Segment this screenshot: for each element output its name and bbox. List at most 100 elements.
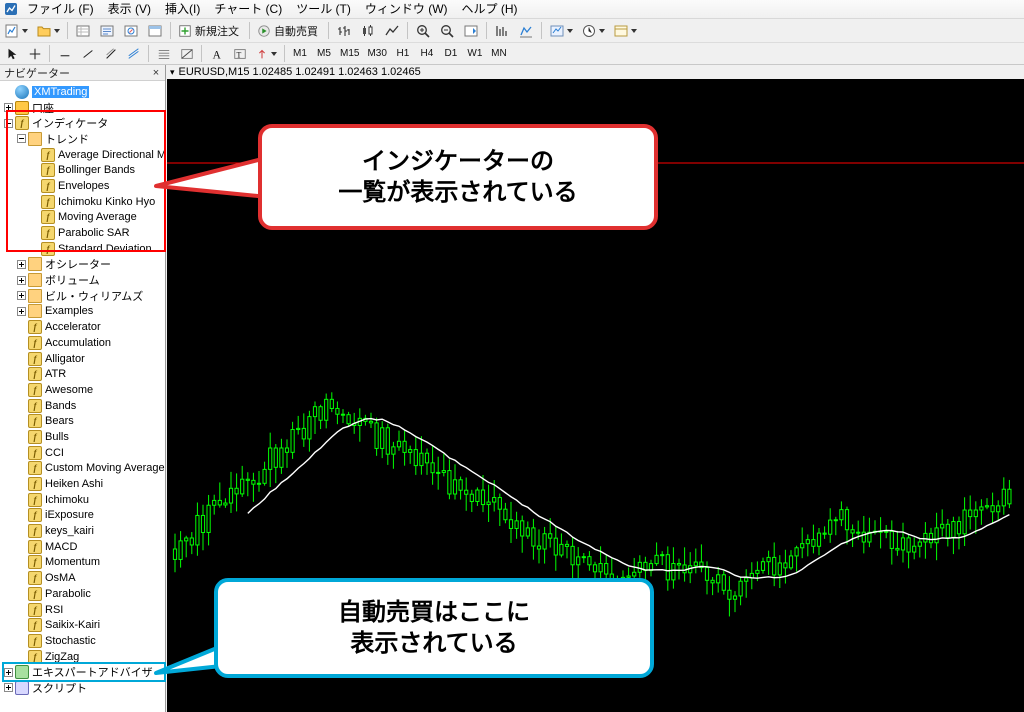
nav-tree-item[interactable]: f Heiken Ashi xyxy=(0,476,165,492)
period-d1[interactable]: D1 xyxy=(440,45,462,62)
chart-menu-icon[interactable]: ▾ xyxy=(170,67,175,78)
nav-tree-item[interactable]: f Saikix-Kairi xyxy=(0,617,165,633)
nav-tree-item[interactable]: fAverage Directional Movement Index xyxy=(0,147,165,163)
nav-tree-item[interactable]: f ATR xyxy=(0,366,165,382)
zoom-out-button[interactable] xyxy=(436,20,458,41)
nav-tree-item[interactable]: f keys_kairi xyxy=(0,523,165,539)
nav-tree-item[interactable]: f RSI xyxy=(0,602,165,618)
data-window-button[interactable] xyxy=(96,20,118,41)
profiles-button[interactable] xyxy=(33,20,63,41)
nav-tree-item[interactable]: ボリューム xyxy=(0,272,165,288)
crosshair-button[interactable] xyxy=(24,43,45,64)
label-tool-button[interactable]: T xyxy=(229,43,250,64)
expand-icon[interactable] xyxy=(17,259,26,269)
menu-item-insert[interactable]: 挿入(I) xyxy=(158,1,207,18)
expand-icon[interactable] xyxy=(17,291,26,301)
nav-tree-item[interactable]: f OsMA xyxy=(0,570,165,586)
nav-tree-item[interactable]: f Ichimoku xyxy=(0,492,165,508)
trendline-button[interactable] xyxy=(100,43,121,64)
nav-tree-item[interactable]: f Accelerator xyxy=(0,319,165,335)
period-h1[interactable]: H1 xyxy=(392,45,414,62)
nav-tree-item[interactable]: f Parabolic xyxy=(0,586,165,602)
auto-scroll-button[interactable] xyxy=(460,20,482,41)
nav-tree-item[interactable]: f Awesome xyxy=(0,382,165,398)
menu-item-tools[interactable]: ツール (T) xyxy=(289,1,358,18)
arrows-caret[interactable] xyxy=(271,51,277,56)
text-tool-button[interactable]: A xyxy=(206,43,227,64)
menu-item-window[interactable]: ウィンドウ (W) xyxy=(358,1,455,18)
nav-tree-item[interactable]: f Accumulation xyxy=(0,335,165,351)
period-m15[interactable]: M15 xyxy=(337,45,362,62)
nav-tree-item[interactable]: XMTrading xyxy=(0,84,165,100)
periods-menu-button[interactable] xyxy=(578,20,608,41)
cursor-button[interactable] xyxy=(1,43,22,64)
horizontal-line-button[interactable] xyxy=(77,43,98,64)
nav-tree-item[interactable]: f Bears xyxy=(0,413,165,429)
menu-item-file[interactable]: ファイル (F) xyxy=(20,1,101,18)
gann-button[interactable] xyxy=(176,43,197,64)
expand-icon[interactable] xyxy=(4,667,13,677)
profiles-caret[interactable] xyxy=(54,28,60,33)
expand-icon[interactable] xyxy=(4,683,13,693)
nav-tree-item[interactable]: f iExposure xyxy=(0,508,165,524)
templates-menu-button[interactable] xyxy=(610,20,640,41)
nav-tree-item[interactable]: f Custom Moving Average xyxy=(0,461,165,477)
nav-tree-item[interactable]: エキスパートアドバイザ xyxy=(0,664,165,680)
candlestick-chart-button[interactable] xyxy=(357,20,379,41)
indicator-list-button[interactable] xyxy=(515,20,537,41)
nav-tree-item[interactable]: f Moving Average xyxy=(0,210,165,226)
indicators-menu-button[interactable] xyxy=(546,20,576,41)
nav-tree-item[interactable]: スクリプト xyxy=(0,680,165,696)
nav-tree-item[interactable]: ビル・ウィリアムズ xyxy=(0,288,165,304)
indicators-caret[interactable] xyxy=(567,28,573,33)
nav-tree-item[interactable]: 口座 xyxy=(0,100,165,116)
nav-tree-item[interactable]: f Momentum xyxy=(0,555,165,571)
bar-chart-button[interactable] xyxy=(333,20,355,41)
nav-tree-item[interactable]: f CCI xyxy=(0,445,165,461)
new-order-label[interactable]: 新規注文 xyxy=(192,23,242,39)
arrows-tool-button[interactable] xyxy=(252,43,280,64)
nav-tree-item[interactable]: f Stochastic xyxy=(0,633,165,649)
period-m5[interactable]: M5 xyxy=(313,45,335,62)
close-icon[interactable]: × xyxy=(149,66,163,80)
nav-tree-item[interactable]: f Bollinger Bands xyxy=(0,162,165,178)
nav-tree-item[interactable]: f Alligator xyxy=(0,351,165,367)
nav-tree-item[interactable]: f Parabolic SAR xyxy=(0,225,165,241)
templates-caret[interactable] xyxy=(631,28,637,33)
menu-item-chart[interactable]: チャート (C) xyxy=(207,1,289,18)
nav-tree-item[interactable]: f Ichimoku Kinko Hyo xyxy=(0,194,165,210)
navigator-button[interactable] xyxy=(120,20,142,41)
menu-item-help[interactable]: ヘルプ (H) xyxy=(455,1,525,18)
collapse-icon[interactable] xyxy=(17,134,26,144)
expand-icon[interactable] xyxy=(17,275,26,285)
chart-shift-button[interactable] xyxy=(491,20,513,41)
period-m30[interactable]: M30 xyxy=(364,45,389,62)
menu-item-view[interactable]: 表示 (V) xyxy=(101,1,158,18)
line-chart-button[interactable] xyxy=(381,20,403,41)
vertical-line-button[interactable] xyxy=(54,43,75,64)
fibonacci-button[interactable] xyxy=(153,43,174,64)
nav-tree-item[interactable]: トレンド xyxy=(0,131,165,147)
new-chart-caret[interactable] xyxy=(22,28,28,33)
period-w1[interactable]: W1 xyxy=(464,45,486,62)
autotrading-button[interactable]: 自動売買 xyxy=(254,20,324,41)
expand-icon[interactable] xyxy=(17,306,26,316)
periods-caret[interactable] xyxy=(599,28,605,33)
autotrading-label[interactable]: 自動売買 xyxy=(271,23,321,39)
market-watch-button[interactable] xyxy=(72,20,94,41)
nav-tree-item[interactable]: f Bands xyxy=(0,398,165,414)
terminal-button[interactable] xyxy=(144,20,166,41)
new-order-button[interactable]: 新規注文 xyxy=(175,20,245,41)
period-mn[interactable]: MN xyxy=(488,45,510,62)
nav-tree-item[interactable]: f ZigZag xyxy=(0,649,165,665)
nav-tree-item[interactable]: Examples xyxy=(0,304,165,320)
period-h4[interactable]: H4 xyxy=(416,45,438,62)
new-chart-button[interactable] xyxy=(1,20,31,41)
zoom-in-button[interactable] xyxy=(412,20,434,41)
equidistant-channel-button[interactable] xyxy=(123,43,144,64)
nav-tree-item[interactable]: f Standard Deviation xyxy=(0,241,165,257)
nav-tree-item[interactable]: f Envelopes xyxy=(0,178,165,194)
period-m1[interactable]: M1 xyxy=(289,45,311,62)
navigator-tree[interactable]: XMTrading 口座 f インディケータ トレンド f Average Directio… xyxy=(0,82,165,712)
nav-tree-item[interactable]: f インディケータ xyxy=(0,115,165,131)
